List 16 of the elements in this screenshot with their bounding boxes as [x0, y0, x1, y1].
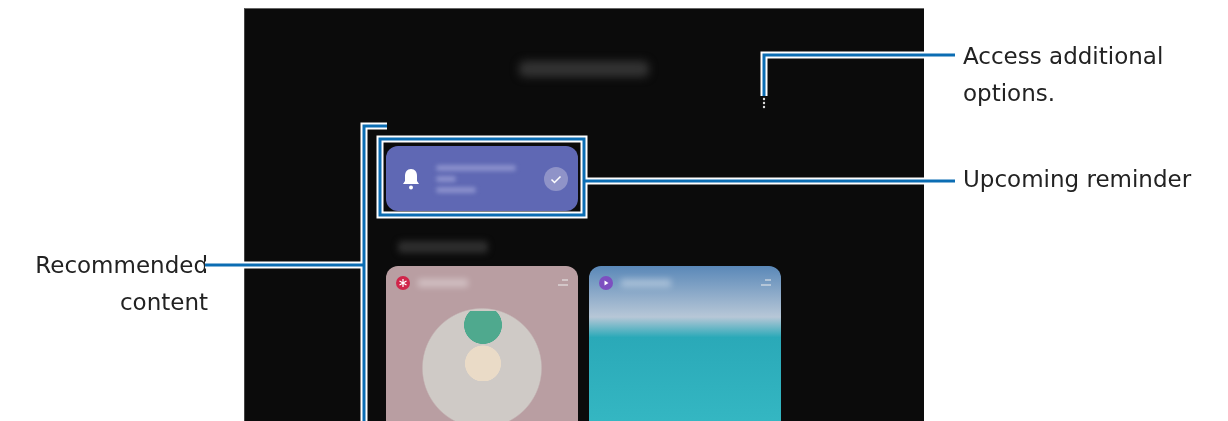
callout-label: Recommended content: [34, 251, 208, 317]
reminder-card[interactable]: [386, 146, 578, 211]
check-icon[interactable]: [544, 166, 568, 191]
menu-icon[interactable]: [761, 279, 771, 287]
play-icon: [599, 276, 613, 290]
asterisk-icon: [396, 276, 410, 290]
callout-label: Access additional options.: [963, 42, 1165, 108]
photo-placeholder[interactable]: [386, 266, 578, 421]
menu-icon[interactable]: [558, 279, 568, 287]
photo-placeholder[interactable]: [589, 266, 781, 421]
callout-label: Upcoming reminder: [963, 165, 1193, 194]
blurred-text-drawing: [621, 279, 671, 287]
blurred-text-drawing: [436, 175, 456, 182]
more-options-icon[interactable]: [762, 97, 766, 109]
blurred-text-drawing: [436, 186, 476, 193]
bell-icon: [402, 167, 420, 190]
